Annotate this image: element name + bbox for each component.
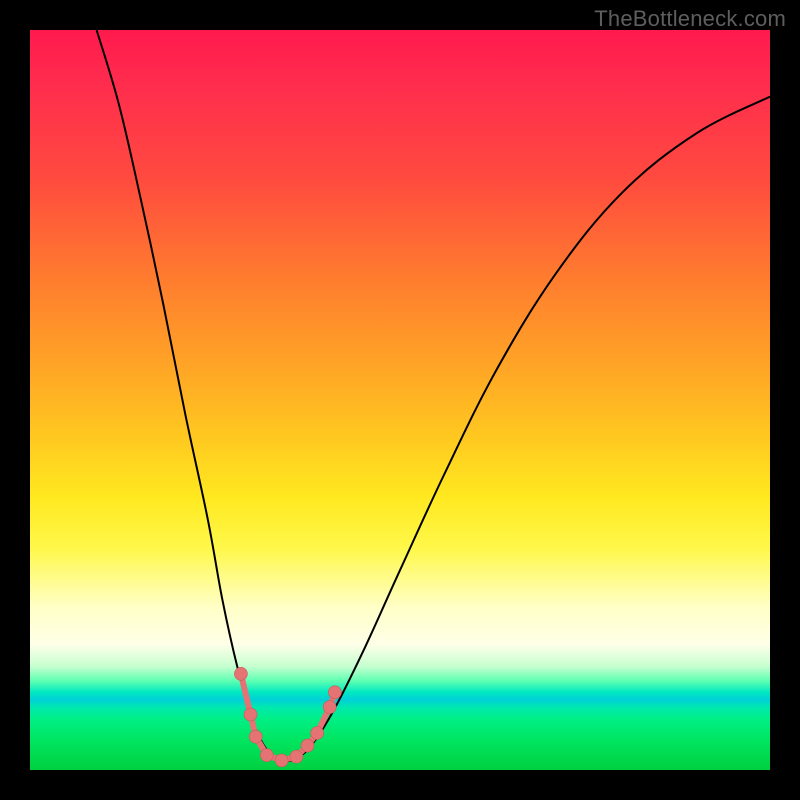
chart-overlay: [30, 30, 770, 770]
residual-point: [234, 667, 247, 680]
residual-point: [311, 727, 324, 740]
residual-point: [249, 730, 262, 743]
residual-point: [301, 739, 314, 752]
residual-point: [260, 749, 273, 762]
residual-markers: [234, 667, 341, 767]
watermark-text: TheBottleneck.com: [594, 6, 786, 32]
residual-point: [328, 686, 341, 699]
residual-point: [323, 701, 336, 714]
bottleneck-curve: [97, 30, 770, 761]
residual-point: [290, 750, 303, 763]
residual-point: [275, 754, 288, 767]
chart-frame: TheBottleneck.com: [0, 0, 800, 800]
residual-point: [244, 708, 257, 721]
